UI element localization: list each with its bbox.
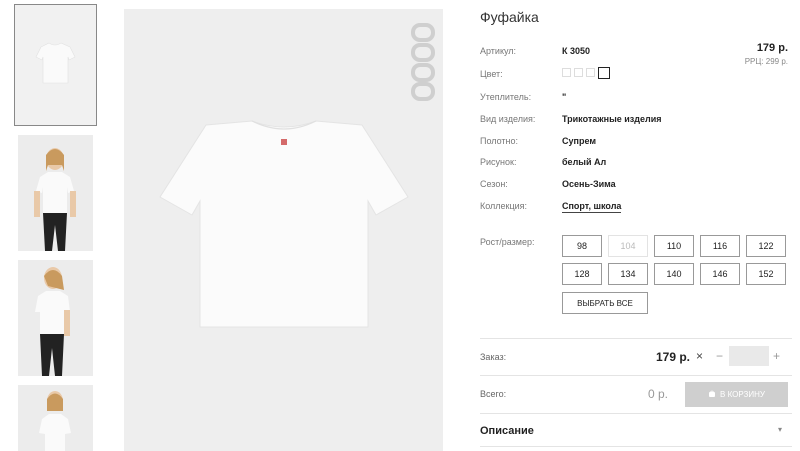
order-label: Заказ: [480,352,507,362]
color-swatch[interactable] [574,68,583,77]
divider [480,375,792,376]
attr-label-insulation: Утеплитель: [480,92,532,102]
select-all-sizes-button[interactable]: ВЫБРАТЬ ВСЕ [562,292,648,314]
size-button[interactable]: 140 [654,263,694,285]
attr-value-insulation: " [562,92,567,102]
attr-label-collection: Коллекция: [480,201,528,211]
product-price: 179 р. [756,42,788,54]
attr-label-product-type: Вид изделия: [480,114,536,124]
total-label: Всего: [480,389,507,399]
size-button[interactable]: 134 [608,263,648,285]
thumbnail-1[interactable] [14,4,97,126]
size-button[interactable]: 122 [746,235,786,257]
multiply-icon: × [696,349,704,363]
recommended-retail-price: РРЦ: 299 р. [744,57,788,66]
thumbnail-4[interactable] [18,385,93,451]
divider [480,413,792,414]
attr-label-color: Цвет: [480,69,503,79]
color-swatch[interactable] [562,68,571,77]
attr-label-article: Артикул: [480,46,517,56]
thumbnail-3[interactable] [18,260,93,376]
quantity-input[interactable] [729,346,769,366]
color-swatch[interactable] [586,68,595,77]
main-product-image [124,9,443,451]
chevron-down-icon[interactable]: ▾ [778,425,782,434]
size-button-unavailable: 104 [608,235,648,257]
increase-quantity-button[interactable]: + [773,349,780,363]
collection-link[interactable]: Спорт, школа [562,201,622,213]
order-unit-price: 179 р. [656,350,691,364]
thumbnail-gallery [13,4,98,451]
attr-value-article: К 3050 [562,46,591,56]
size-button[interactable]: 110 [654,235,694,257]
brand-logo [411,23,435,101]
attr-value-product-type: Трикотажные изделия [562,114,662,124]
thumbnail-2[interactable] [18,135,93,251]
attr-label-fabric: Полотно: [480,136,519,146]
divider [480,446,792,447]
size-button[interactable]: 98 [562,235,602,257]
size-grid: 98 104 110 116 122 128 134 140 146 152 [562,235,792,285]
color-swatch-selected[interactable] [598,67,610,79]
add-to-cart-label: В КОРЗИНУ [720,390,765,399]
size-button[interactable]: 146 [700,263,740,285]
attr-label-pattern: Рисунок: [480,157,517,167]
size-button[interactable]: 116 [700,235,740,257]
divider [480,338,792,339]
description-toggle[interactable]: Описание [480,425,534,437]
decrease-quantity-button[interactable]: − [716,349,723,363]
product-title: Фуфайка [480,9,539,25]
attr-value-fabric: Супрем [562,136,596,146]
sizes-label: Рост/размер: [480,237,535,247]
attr-value-season: Осень-Зима [562,179,616,189]
size-button[interactable]: 152 [746,263,786,285]
total-value: 0 р. [648,387,669,401]
color-swatches [562,67,610,79]
attr-label-season: Сезон: [480,179,508,189]
cart-icon [708,390,716,400]
size-button[interactable]: 128 [562,263,602,285]
add-to-cart-button[interactable]: В КОРЗИНУ [685,382,788,407]
attr-value-pattern: белый Ал [562,157,607,167]
